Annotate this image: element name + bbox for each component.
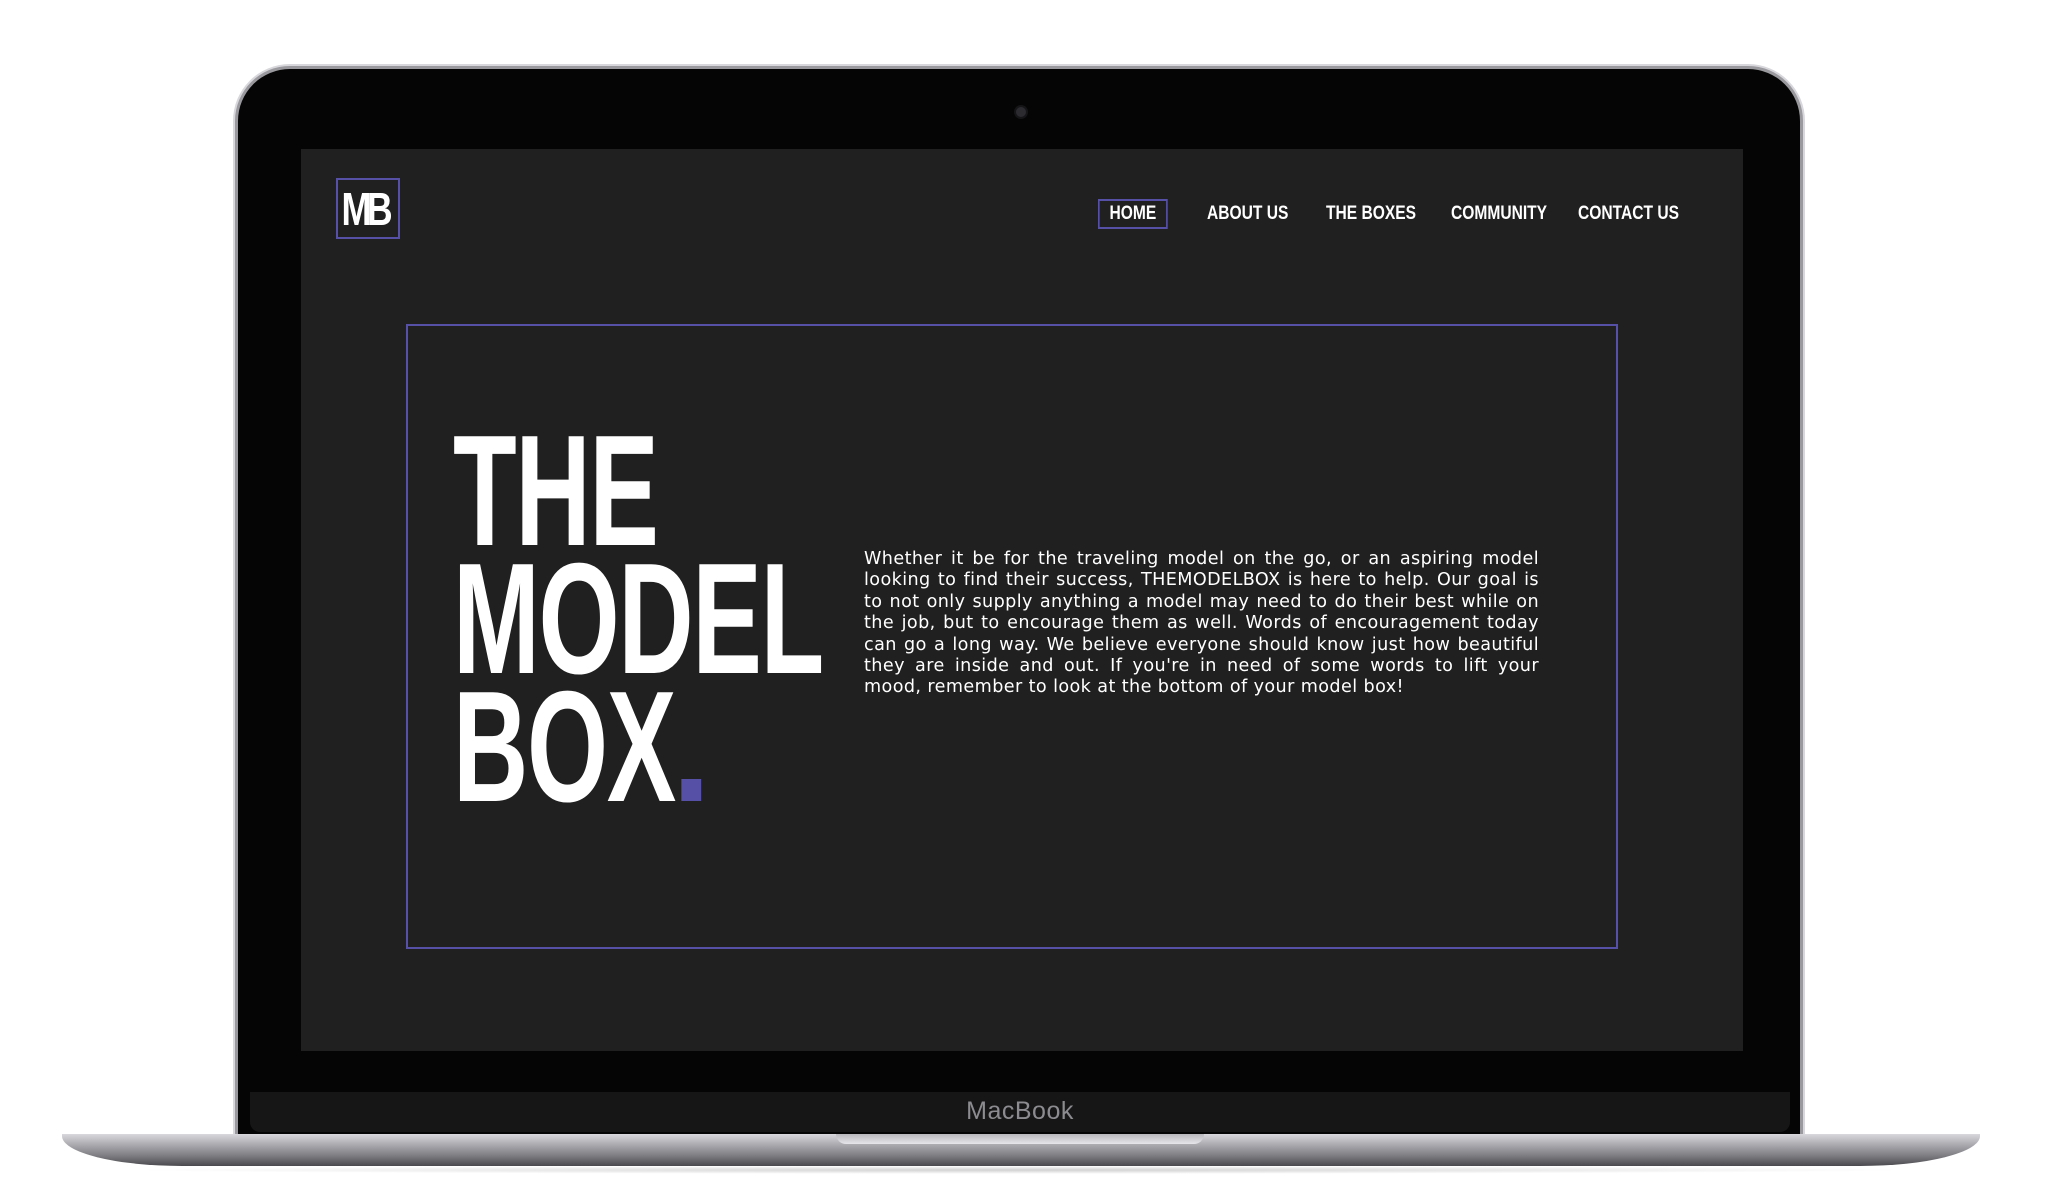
nav-item-community[interactable]: COMMUNITY (1451, 199, 1547, 229)
nav-item-about-us[interactable]: ABOUT US (1207, 199, 1288, 229)
hero-description: Whether it be for the traveling model on… (864, 549, 1539, 698)
nav-item-home[interactable]: HOME (1098, 199, 1168, 229)
hero-title-line-3-text: BOX (453, 659, 676, 835)
website-screen: MB HOME ABOUT US THE BOXES COMMUNITY CON… (301, 149, 1743, 1051)
nav-item-contact-us[interactable]: CONTACT US (1578, 199, 1679, 229)
accent-square-period (681, 779, 702, 801)
hero-section: THE MODEL BOX Whether it be for the trav… (406, 324, 1618, 949)
hero-title: THE MODEL BOX (453, 412, 824, 826)
device-brand-label: MacBook (966, 1097, 1074, 1125)
webcam (1016, 107, 1026, 117)
main-nav: HOME ABOUT US THE BOXES COMMUNITY CONTAC… (301, 199, 1743, 231)
laptop-base-notch (836, 1134, 1204, 1144)
nav-item-the-boxes[interactable]: THE BOXES (1326, 199, 1416, 229)
laptop-shadow (120, 1166, 1920, 1174)
